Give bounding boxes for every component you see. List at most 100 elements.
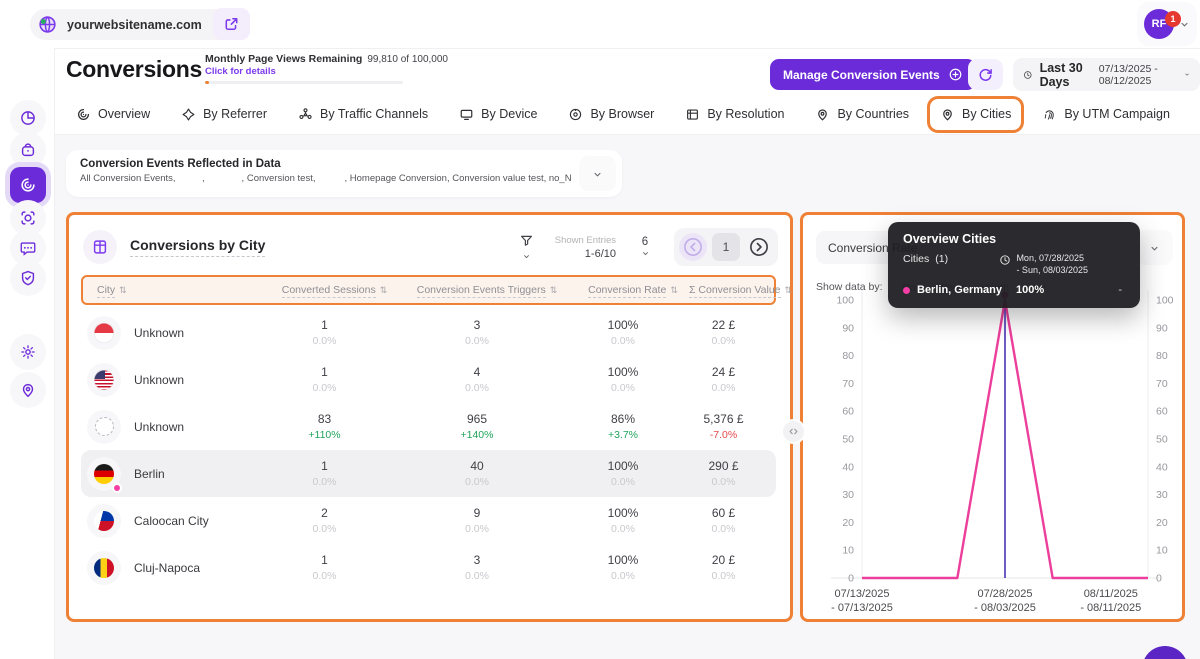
flag-us-icon bbox=[87, 363, 121, 397]
chevron-down-icon bbox=[1184, 70, 1190, 79]
next-page-button[interactable] bbox=[745, 233, 773, 261]
events-banner-expand-button[interactable] bbox=[579, 156, 616, 191]
tab-by-cities[interactable]: By Cities bbox=[930, 99, 1021, 130]
tab-by-browser[interactable]: By Browser bbox=[558, 99, 664, 130]
refresh-button[interactable] bbox=[968, 59, 1003, 90]
tab-by-device[interactable]: By Device bbox=[449, 99, 547, 130]
tooltip-series-value: 100% bbox=[1016, 284, 1044, 296]
series-color-dot bbox=[112, 483, 122, 493]
previous-page-button[interactable] bbox=[679, 233, 707, 261]
arrow-right-circle-icon bbox=[748, 236, 770, 258]
svg-text:20: 20 bbox=[1156, 517, 1168, 529]
table-row[interactable]: Unknown 10.0%40.0%100%0.0%24 £0.0% bbox=[81, 356, 776, 403]
tabs-bar: Overview By Referrer By Traffic Channels By… bbox=[55, 94, 1200, 135]
website-name: yourwebsitename.com bbox=[67, 18, 202, 32]
city-name: Unknown bbox=[134, 420, 184, 434]
plus-circle-icon bbox=[948, 67, 963, 82]
clock-icon bbox=[999, 254, 1011, 266]
conversions-icon bbox=[19, 176, 37, 194]
table-row[interactable]: Berlin 10.0%400.0%100%0.0%290 £0.0% bbox=[81, 450, 776, 497]
svg-text:70: 70 bbox=[1156, 378, 1168, 390]
column-header-conversion-events-triggers[interactable]: Conversion Events Triggers⇅ bbox=[397, 284, 577, 296]
topbar: yourwebsitename.com RF 1 bbox=[0, 0, 1200, 48]
sidebar bbox=[0, 48, 55, 659]
table-body: Unknown 10.0%30.0%100%0.0%22 £0.0% Unkno… bbox=[81, 309, 776, 591]
svg-text:- 08/11/2025: - 08/11/2025 bbox=[1080, 602, 1141, 614]
svg-text:30: 30 bbox=[842, 489, 854, 501]
svg-text:- 08/03/2025: - 08/03/2025 bbox=[974, 602, 1036, 614]
date-range-selector[interactable]: Last 30 Days 07/13/2025 - 08/12/2025 bbox=[1013, 58, 1200, 91]
svg-text:80: 80 bbox=[1156, 350, 1168, 362]
city-name: Unknown bbox=[134, 326, 184, 340]
svg-text:10: 10 bbox=[842, 545, 854, 557]
avatar: RF 1 bbox=[1144, 9, 1174, 39]
filter-button[interactable] bbox=[515, 233, 539, 261]
arrow-left-circle-icon bbox=[682, 236, 704, 258]
page-size-selector[interactable]: 6 bbox=[630, 236, 660, 258]
chevron-down-icon bbox=[590, 169, 605, 180]
pageviews-label: Monthly Page Views Remaining bbox=[205, 53, 362, 65]
notification-badge: 1 bbox=[1165, 11, 1181, 27]
tooltip-title: Overview Cities bbox=[903, 232, 1126, 246]
tab-by-traffic-channels[interactable]: By Traffic Channels bbox=[288, 99, 438, 130]
panel-resize-handle[interactable] bbox=[781, 419, 806, 444]
sidebar-item-location[interactable] bbox=[10, 372, 46, 408]
manage-conversion-events-button[interactable]: Manage Conversion Events bbox=[770, 59, 976, 90]
conversion-events-banner: Conversion Events Reflected in Data All … bbox=[66, 150, 622, 197]
globe-icon bbox=[37, 14, 58, 35]
current-page[interactable]: 1 bbox=[712, 233, 740, 261]
website-selector[interactable]: yourwebsitename.com bbox=[30, 9, 236, 40]
svg-text:- 07/13/2025: - 07/13/2025 bbox=[831, 602, 893, 614]
sidebar-item-dashboard[interactable] bbox=[10, 100, 46, 136]
chat-icon bbox=[19, 239, 37, 257]
pageviews-value: 99,810 of 100,000 bbox=[367, 54, 448, 65]
open-website-button[interactable] bbox=[213, 8, 250, 40]
sidebar-item-privacy[interactable] bbox=[10, 260, 46, 296]
sort-icon: ⇅ bbox=[119, 285, 127, 295]
svg-text:40: 40 bbox=[842, 461, 854, 473]
pagination: 1 bbox=[674, 228, 778, 266]
tab-by-countries[interactable]: By Countries bbox=[805, 99, 919, 130]
monitor-icon bbox=[459, 107, 474, 122]
tab-overview[interactable]: Overview bbox=[66, 99, 160, 130]
pageviews-quota: Monthly Page Views Remaining99,810 of 10… bbox=[205, 53, 403, 84]
column-header--conversion-value[interactable]: Σ Conversion Value⇅ bbox=[689, 284, 792, 296]
focus-icon bbox=[19, 209, 37, 227]
sidebar-item-conversions[interactable] bbox=[10, 167, 46, 203]
shown-entries: Shown Entries 1-6/10 bbox=[555, 235, 616, 260]
svg-text:70: 70 bbox=[842, 378, 854, 390]
series-color-dot bbox=[903, 287, 910, 294]
svg-text:10: 10 bbox=[1156, 545, 1168, 557]
svg-text:60: 60 bbox=[842, 406, 854, 418]
tooltip-series-extra: - bbox=[1118, 284, 1122, 296]
flag-ro-icon bbox=[87, 551, 121, 585]
tab-by-utm-campaign[interactable]: By UTM Campaign bbox=[1032, 99, 1180, 130]
svg-text:100: 100 bbox=[836, 295, 854, 307]
user-menu[interactable]: RF 1 bbox=[1137, 2, 1197, 46]
sort-icon: ⇅ bbox=[785, 285, 793, 295]
sort-icon: ⇅ bbox=[380, 285, 388, 295]
svg-text:08/11/2025: 08/11/2025 bbox=[1084, 588, 1138, 600]
drag-handle-icon bbox=[787, 425, 800, 438]
table-row[interactable]: Unknown 83+110%965+140%86%+3.7%5,376 £-7… bbox=[81, 403, 776, 450]
tab-by-resolution[interactable]: By Resolution bbox=[675, 99, 794, 130]
table-row[interactable]: Unknown 10.0%30.0%100%0.0%22 £0.0% bbox=[81, 309, 776, 356]
svg-text:80: 80 bbox=[842, 350, 854, 362]
table-row[interactable]: Cluj-Napoca 10.0%30.0%100%0.0%20 £0.0% bbox=[81, 544, 776, 591]
sidebar-item-ecommerce[interactable] bbox=[10, 132, 46, 168]
column-header-city[interactable]: City⇅ bbox=[97, 284, 272, 296]
funnel-icon bbox=[519, 233, 534, 248]
flag-unknown-icon bbox=[87, 410, 121, 444]
table-row[interactable]: Caloocan City 20.0%90.0%100%0.0%60 £0.0% bbox=[81, 497, 776, 544]
column-header-converted-sessions[interactable]: Converted Sessions⇅ bbox=[272, 284, 397, 296]
pie-chart-icon bbox=[19, 109, 37, 127]
pageviews-details-link[interactable]: Click for details bbox=[205, 66, 403, 77]
tooltip-group: Cities(1) bbox=[903, 253, 948, 265]
column-header-conversion-rate[interactable]: Conversion Rate⇅ bbox=[577, 284, 689, 296]
sidebar-item-settings[interactable] bbox=[10, 334, 46, 370]
tooltip-date-range: Mon, 07/28/2025- Sun, 08/03/2025 bbox=[999, 253, 1088, 276]
flag-id-icon bbox=[87, 316, 121, 350]
map-pin-icon bbox=[19, 381, 37, 399]
tab-by-referrer[interactable]: By Referrer bbox=[171, 99, 277, 130]
svg-text:40: 40 bbox=[1156, 461, 1168, 473]
